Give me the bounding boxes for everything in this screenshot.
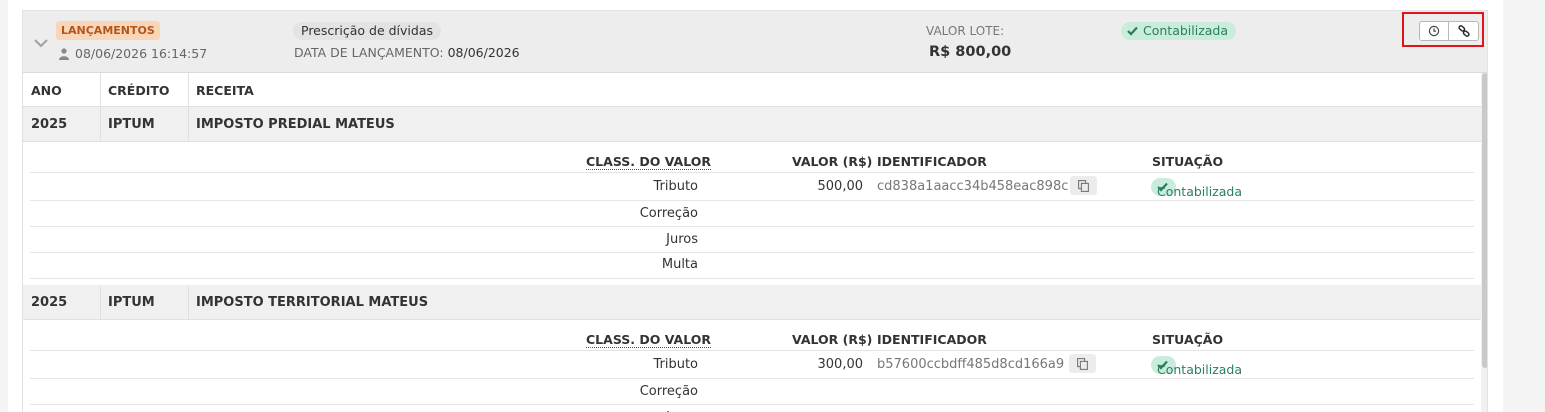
action-button-group: [1419, 21, 1479, 41]
identificador: b57600ccbdff485d8cd166a9: [877, 357, 1065, 372]
right-gutter: [1503, 0, 1545, 412]
status-badge: Contabilizada: [1151, 178, 1242, 199]
lancamento-datetime: 08/06/2026 16:14:57: [75, 46, 208, 61]
copy-icon: [1077, 357, 1088, 370]
class-valor: Correção: [639, 384, 698, 399]
check-icon: [1127, 26, 1138, 36]
class-valor: Tributo: [653, 179, 698, 194]
status-badge-label: Contabilizada: [1143, 23, 1229, 38]
data-lancamento-value: 08/06/2026: [447, 45, 520, 60]
receita-group: 2025 IPTUM IMPOSTO TERRITORIAL MATEUS CL…: [23, 285, 1481, 412]
lancamento-card: LANÇAMENTOS 08/06/2026 16:14:57 Prescriç…: [22, 10, 1488, 412]
group-row: 2025 IPTUM IMPOSTO TERRITORIAL MATEUS: [23, 285, 1481, 320]
col-divider: [188, 107, 189, 142]
group-ano: 2025: [31, 117, 68, 132]
scrollbar-thumb[interactable]: [1482, 73, 1487, 368]
col-ano: ANO: [31, 83, 62, 98]
copy-icon: [1078, 179, 1089, 192]
chevron-down-icon[interactable]: [33, 35, 49, 51]
col-divider: [100, 73, 101, 107]
valor: 300,00: [817, 357, 864, 372]
user-datetime: 08/06/2026 16:14:57: [59, 46, 207, 61]
group-receita: IMPOSTO PREDIAL MATEUS: [196, 117, 395, 132]
group-credito: IPTUM: [108, 295, 155, 310]
col-valor: VALOR (R$): [792, 154, 873, 169]
col-situacao: SITUAÇÃO: [1152, 154, 1224, 169]
link-icon: [1457, 25, 1470, 37]
class-valor: Tributo: [653, 357, 698, 372]
table-header: ANO CRÉDITO RECEITA: [23, 73, 1481, 107]
lancamentos-table: ANO CRÉDITO RECEITA 2025 IPTUM IMPOSTO P…: [23, 73, 1481, 412]
col-identificador: IDENTIFICADOR: [877, 154, 987, 169]
col-divider: [188, 73, 189, 107]
table-row: Juros: [30, 405, 1474, 412]
history-button[interactable]: [1419, 21, 1449, 41]
group-row: 2025 IPTUM IMPOSTO PREDIAL MATEUS: [23, 107, 1481, 142]
class-valor: Juros: [666, 232, 698, 247]
col-receita: RECEITA: [196, 83, 254, 98]
col-situacao: SITUAÇÃO: [1152, 332, 1224, 347]
col-identificador: IDENTIFICADOR: [877, 332, 987, 347]
subtable-header: CLASS. DO VALOR VALOR (R$) IDENTIFICADOR…: [30, 142, 1474, 173]
col-credito: CRÉDITO: [108, 83, 170, 98]
table-row: Correção: [30, 379, 1474, 405]
valor: 500,00: [817, 179, 864, 194]
col-divider: [100, 107, 101, 142]
status-badge: Contabilizada: [1151, 356, 1242, 377]
data-lancamento: DATA DE LANÇAMENTO: 08/06/2026: [294, 45, 520, 60]
col-divider: [188, 285, 189, 320]
table-row: Tributo 300,00 b57600ccbdff485d8cd166a9: [30, 351, 1474, 379]
vertical-scrollbar[interactable]: [1481, 73, 1487, 412]
col-valor: VALOR (R$): [792, 332, 873, 347]
table-row: Multa: [30, 253, 1474, 279]
data-lancamento-label: DATA DE LANÇAMENTO:: [294, 45, 444, 60]
table-row: Juros: [30, 227, 1474, 253]
identificador: cd838a1aacc34b458eac898c: [877, 179, 1069, 194]
copy-button[interactable]: [1070, 176, 1097, 195]
card-header: LANÇAMENTOS 08/06/2026 16:14:57 Prescriç…: [23, 11, 1487, 73]
subtable-header: CLASS. DO VALOR VALOR (R$) IDENTIFICADOR…: [30, 320, 1474, 351]
table-row: Tributo 500,00 cd838a1aacc34b458eac898c: [30, 173, 1474, 201]
group-ano: 2025: [31, 295, 68, 310]
copy-button[interactable]: [1069, 354, 1096, 373]
user-icon: [59, 47, 69, 60]
receita-group: 2025 IPTUM IMPOSTO PREDIAL MATEUS CLASS.…: [23, 107, 1481, 279]
description-chip: Prescrição de dívidas: [293, 22, 442, 40]
col-class-valor: CLASS. DO VALOR: [586, 154, 711, 170]
valor-lote-label: VALOR LOTE:: [926, 24, 1005, 38]
class-valor: Correção: [639, 206, 698, 221]
status-badge: Contabilizada: [1121, 22, 1237, 40]
valor-lote-value: R$ 800,00: [929, 44, 1012, 60]
group-receita: IMPOSTO TERRITORIAL MATEUS: [196, 295, 429, 310]
group-credito: IPTUM: [108, 117, 155, 132]
col-divider: [100, 285, 101, 320]
col-class-valor: CLASS. DO VALOR: [586, 332, 711, 348]
link-button[interactable]: [1449, 21, 1479, 41]
table-row: Correção: [30, 201, 1474, 227]
status-badge-label: Contabilizada: [1157, 184, 1243, 199]
clock-icon: [1428, 25, 1440, 37]
lancamentos-badge: LANÇAMENTOS: [56, 21, 160, 40]
class-valor: Multa: [661, 257, 698, 272]
status-badge-label: Contabilizada: [1157, 362, 1243, 377]
